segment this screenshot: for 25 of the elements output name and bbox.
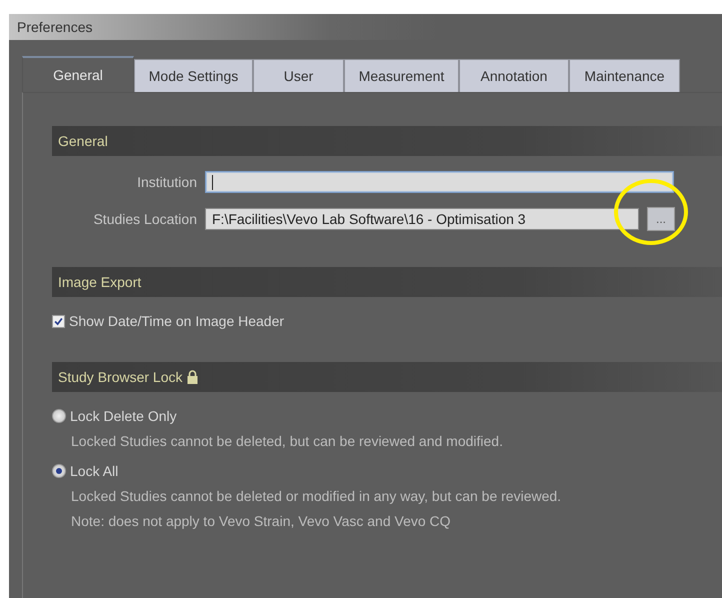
radio-label: Lock All	[70, 463, 118, 479]
radio-button[interactable]	[52, 464, 66, 478]
section-title: Image Export	[58, 274, 142, 290]
tab[interactable]: Mode Settings	[134, 59, 253, 92]
radio-label: Lock Delete Only	[70, 408, 177, 424]
window-title: Preferences	[17, 19, 92, 35]
option-description: Note: does not apply to Vevo Strain, Vevo Vasc and Vevo CQ	[71, 513, 452, 529]
text-caret	[212, 174, 213, 190]
radio-button[interactable]	[52, 409, 66, 423]
tab[interactable]: Maintenance	[569, 59, 680, 92]
text-field[interactable]	[205, 171, 674, 193]
tab[interactable]: Measurement	[344, 59, 459, 92]
browse-button[interactable]: ...	[647, 207, 675, 231]
field-label: Institution	[136, 174, 198, 190]
tab[interactable]: Annotation	[459, 59, 569, 92]
checkbox[interactable]	[52, 314, 65, 328]
option-description: Locked Studies cannot be deleted, but can be reviewed and modified.	[71, 433, 504, 449]
checkbox-label: Show Date/Time on Image Header	[69, 313, 284, 329]
tab[interactable]: General	[22, 56, 134, 92]
section-title: General	[58, 133, 108, 149]
option-description: Locked Studies cannot be deleted or modified in any way, but can be reviewed.	[71, 488, 562, 504]
text-field[interactable]: F:\Facilities\Vevo Lab Software\16 - Optimisation 3	[205, 208, 639, 230]
section-title: Study Browser Lock	[58, 369, 182, 385]
tab[interactable]: User	[253, 59, 344, 92]
field-label: Studies Location	[92, 211, 198, 227]
